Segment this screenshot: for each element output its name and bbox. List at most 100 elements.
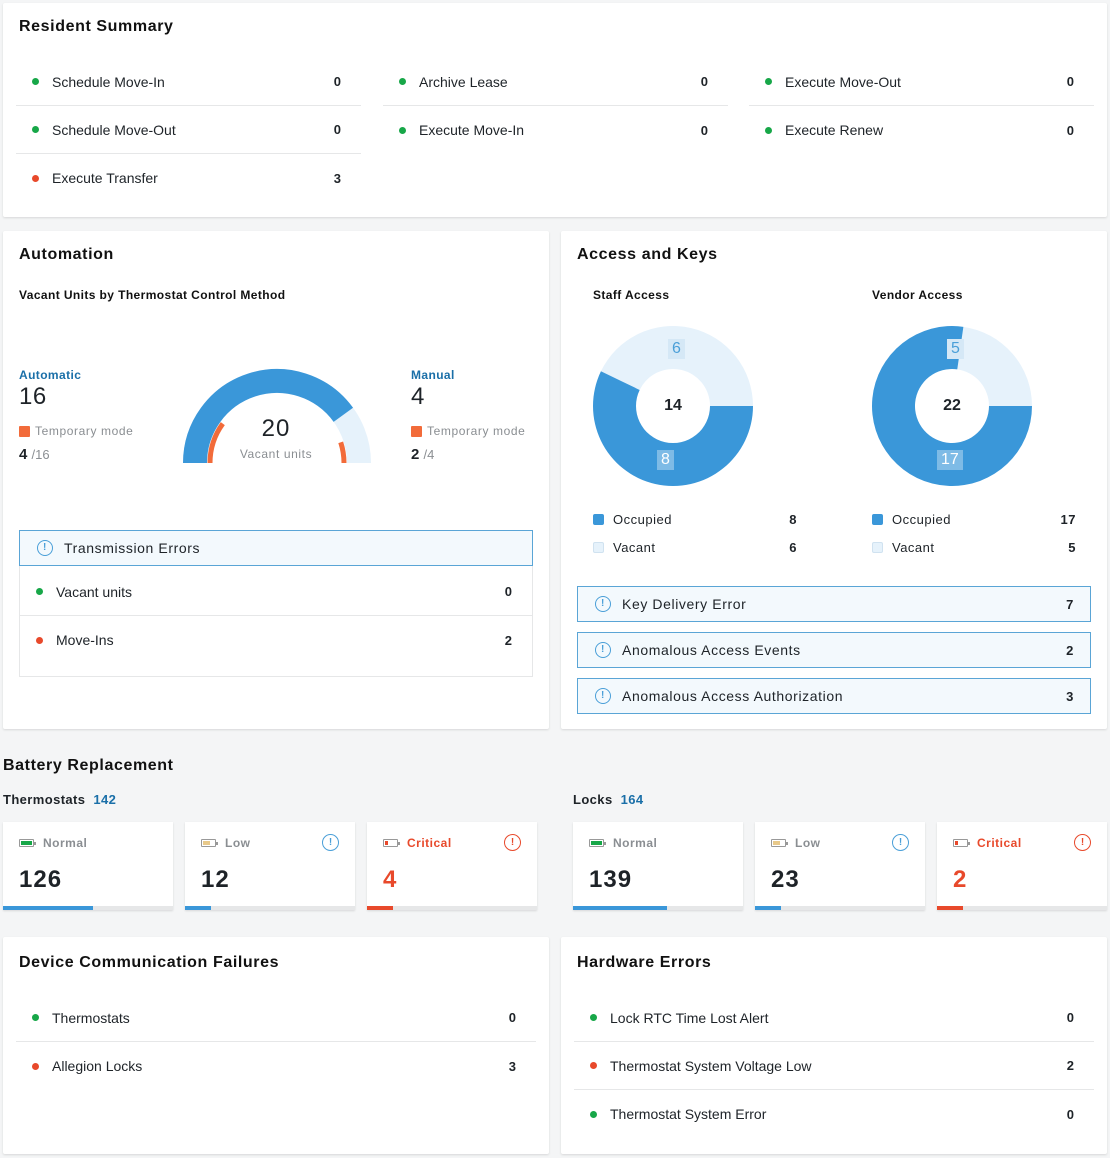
progress-track bbox=[755, 906, 925, 910]
status-dot bbox=[32, 174, 39, 182]
status-dot bbox=[765, 78, 772, 85]
manual-temp-count: 2 /4 bbox=[411, 446, 434, 463]
status-dot bbox=[32, 1062, 39, 1070]
progress-fill bbox=[755, 906, 781, 910]
manual-count: 4 bbox=[411, 383, 425, 410]
battery-full-icon bbox=[589, 839, 606, 847]
automation-card: Automation Vacant Units by Thermostat Co… bbox=[3, 231, 549, 729]
list-item[interactable]: Thermostats 0 bbox=[16, 994, 536, 1042]
status-dot bbox=[765, 126, 772, 134]
item-label: Execute Move-Out bbox=[785, 73, 901, 90]
item-value: 0 bbox=[700, 122, 708, 138]
staff-legend-occupied: Occupied 8 bbox=[593, 512, 797, 527]
list-item[interactable]: Schedule Move-Out 0 bbox=[16, 106, 361, 154]
alert-icon[interactable]: ! bbox=[892, 834, 909, 851]
list-item[interactable]: Vacant units 0 bbox=[20, 568, 532, 616]
item-label: Lock RTC Time Lost Alert bbox=[610, 1009, 769, 1026]
card-value: 4 bbox=[383, 866, 398, 893]
item-value: 0 bbox=[1066, 1106, 1074, 1122]
list-item[interactable]: Allegion Locks 3 bbox=[16, 1042, 536, 1090]
item-value: 0 bbox=[1066, 122, 1074, 138]
progress-track bbox=[367, 906, 537, 910]
occupied-swatch bbox=[872, 514, 883, 525]
lock-normal-card[interactable]: Normal 139 bbox=[573, 822, 743, 910]
card-header: Normal bbox=[589, 836, 657, 850]
card-label: Critical bbox=[407, 836, 452, 850]
status-dot bbox=[36, 636, 43, 644]
list-item[interactable]: Execute Transfer 3 bbox=[16, 154, 361, 202]
list-item[interactable]: Thermostat System Error 0 bbox=[574, 1090, 1094, 1138]
thermostat-critical-card[interactable]: Critical ! 4 bbox=[367, 822, 537, 910]
progress-track bbox=[937, 906, 1107, 910]
temp-mode-label: Temporary mode bbox=[35, 424, 134, 438]
staff-legend-vacant: Vacant 6 bbox=[593, 540, 797, 555]
item-label: Execute Move-In bbox=[419, 122, 525, 138]
staff-occupied-label: 8 bbox=[657, 450, 674, 470]
progress-fill bbox=[3, 906, 94, 910]
lock-critical-card[interactable]: Critical ! 2 bbox=[937, 822, 1107, 910]
legend-label: Occupied bbox=[892, 512, 951, 527]
key-delivery-error-alert[interactable]: ! Key Delivery Error 7 bbox=[577, 586, 1091, 622]
status-dot bbox=[36, 588, 43, 595]
alert-label: Anomalous Access Authorization bbox=[622, 688, 844, 704]
info-icon: ! bbox=[595, 642, 611, 658]
info-icon: ! bbox=[37, 540, 53, 556]
item-label: Thermostat System Voltage Low bbox=[610, 1057, 812, 1074]
alert-label: Anomalous Access Events bbox=[622, 642, 801, 658]
temp-count-value: 2 bbox=[411, 446, 420, 463]
list-item[interactable]: Move-Ins 2 bbox=[20, 616, 532, 664]
temp-count-total: /4 bbox=[423, 447, 435, 462]
progress-fill bbox=[367, 906, 393, 910]
card-label: Critical bbox=[977, 836, 1022, 850]
list-item[interactable]: Archive Lease 0 bbox=[383, 58, 728, 106]
alert-icon[interactable]: ! bbox=[322, 834, 339, 851]
progress-track bbox=[185, 906, 355, 910]
alert-icon[interactable]: ! bbox=[504, 834, 521, 851]
status-dot bbox=[590, 1110, 597, 1118]
vendor-legend-occupied: Occupied 17 bbox=[872, 512, 1076, 527]
info-icon: ! bbox=[595, 688, 611, 704]
vendor-legend-vacant: Vacant 5 bbox=[872, 540, 1076, 555]
anomalous-access-events-alert[interactable]: ! Anomalous Access Events 2 bbox=[577, 632, 1091, 668]
card-header: Critical bbox=[953, 836, 1022, 850]
alert-value: 3 bbox=[1066, 688, 1074, 704]
list-item[interactable]: Schedule Move-In 0 bbox=[16, 58, 361, 106]
transmission-errors-header[interactable]: ! Transmission Errors bbox=[19, 530, 533, 566]
list-item[interactable]: Execute Move-Out 0 bbox=[749, 58, 1094, 106]
group-count: 164 bbox=[620, 792, 644, 807]
temp-mode-swatch bbox=[19, 425, 30, 437]
device-communication-title: Device Communication Failures bbox=[19, 954, 280, 971]
lock-low-card[interactable]: Low ! 23 bbox=[755, 822, 925, 910]
legend-value: 5 bbox=[1068, 540, 1076, 555]
alert-icon[interactable]: ! bbox=[1074, 834, 1091, 851]
vendor-total: 22 bbox=[943, 397, 961, 414]
transmission-errors-title: Transmission Errors bbox=[64, 540, 201, 556]
automation-title: Automation bbox=[19, 246, 114, 263]
item-label: Schedule Move-Out bbox=[52, 121, 176, 138]
card-value: 2 bbox=[953, 866, 968, 893]
status-dot bbox=[399, 78, 406, 85]
list-item[interactable]: Execute Move-In 0 bbox=[383, 106, 728, 154]
list-item[interactable]: Thermostat System Voltage Low 2 bbox=[574, 1042, 1094, 1090]
thermostat-normal-card[interactable]: Normal 126 bbox=[3, 822, 173, 910]
vendor-vacant-slice bbox=[957, 326, 1032, 406]
alert-label: Key Delivery Error bbox=[622, 596, 747, 612]
automatic-temp-mode: Temporary mode bbox=[19, 424, 133, 438]
card-header: Low bbox=[771, 836, 821, 850]
automation-subtitle: Vacant Units by Thermostat Control Metho… bbox=[19, 288, 286, 302]
status-dot bbox=[590, 1014, 597, 1021]
list-item[interactable]: Execute Renew 0 bbox=[749, 106, 1094, 154]
progress-track bbox=[573, 906, 743, 910]
anomalous-access-authorization-alert[interactable]: ! Anomalous Access Authorization 3 bbox=[577, 678, 1091, 714]
automatic-count: 16 bbox=[19, 383, 47, 410]
legend-label: Occupied bbox=[613, 512, 672, 527]
gauge-total: 20 bbox=[261, 415, 291, 442]
item-label: Allegion Locks bbox=[52, 1058, 143, 1074]
list-item[interactable]: Lock RTC Time Lost Alert 0 bbox=[574, 994, 1094, 1042]
card-label: Low bbox=[795, 836, 821, 850]
legend-label: Vacant bbox=[613, 540, 656, 555]
status-dot bbox=[32, 1014, 39, 1021]
status-dot bbox=[590, 1062, 597, 1069]
item-label: Execute Transfer bbox=[52, 170, 158, 186]
thermostat-low-card[interactable]: Low ! 12 bbox=[185, 822, 355, 910]
